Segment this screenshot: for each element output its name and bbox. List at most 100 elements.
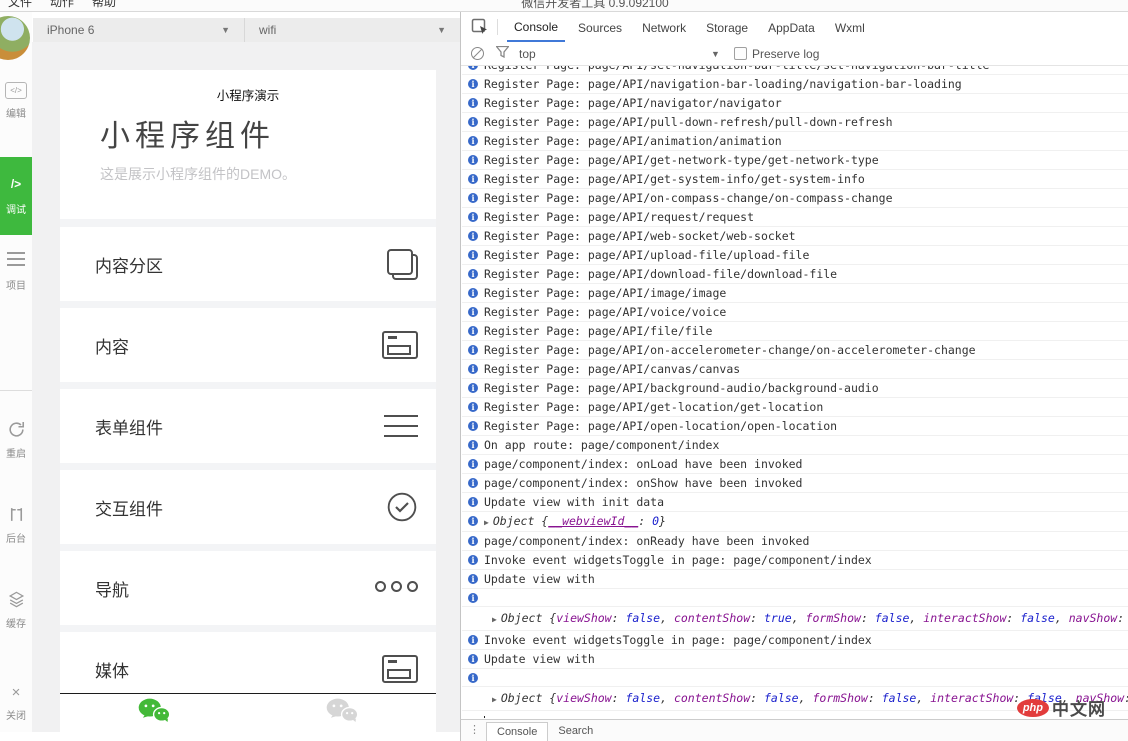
sidebar-item-backend[interactable]: 后台 xyxy=(0,505,32,545)
menu-item[interactable]: 动作 xyxy=(50,0,74,10)
component-card[interactable]: 内容 xyxy=(60,308,436,382)
log-text: Register Page: page/API/web-socket/web-s… xyxy=(484,229,796,243)
log-text: Register Page: page/API/pull-down-refres… xyxy=(484,115,893,129)
window-title: 微信开发者工具 0.9.092100 xyxy=(440,0,750,11)
tabbar-item[interactable] xyxy=(248,694,436,732)
filter-icon[interactable] xyxy=(496,46,509,61)
log-text: Register Page: page/API/get-network-type… xyxy=(484,153,879,167)
log-text: On app route: page/component/index xyxy=(484,438,719,452)
info-icon: i xyxy=(468,326,478,336)
clear-console-icon[interactable] xyxy=(471,47,484,60)
sidebar-item-project[interactable]: 项目 xyxy=(0,248,32,292)
log-text: Update view with init data xyxy=(484,495,664,509)
page-subtitle: 这是展示小程序组件的DEMO。 xyxy=(100,164,436,184)
expand-arrow-icon[interactable]: ▶ xyxy=(484,518,489,527)
component-card[interactable]: 交互组件 xyxy=(60,470,436,544)
check-circle-icon xyxy=(386,491,418,523)
tabbar-item-active[interactable] xyxy=(60,694,248,732)
menu-item[interactable]: 帮助 xyxy=(92,0,116,10)
devtools-tab-sources[interactable]: Sources xyxy=(571,14,629,41)
component-card[interactable]: 导航 xyxy=(60,551,436,625)
sidebar-item-close[interactable]: ×关闭 xyxy=(0,682,32,722)
simulator-area: 小程序演示 小程序组件 这是展示小程序组件的DEMO。 内容分区内容表单组件交互… xyxy=(32,42,460,732)
devtools-tab-appdata[interactable]: AppData xyxy=(761,14,822,41)
info-icon: i xyxy=(468,383,478,393)
component-card[interactable]: 内容分区 xyxy=(60,227,436,301)
log-text: Invoke event widgetsToggle in page: page… xyxy=(484,553,872,567)
expand-arrow-icon[interactable]: ▶ xyxy=(492,615,497,624)
devtools-tab-console[interactable]: Console xyxy=(507,13,565,42)
info-icon: i xyxy=(468,288,478,298)
console-log-row: iRegister Page: page/API/animation/anima… xyxy=(462,132,1128,151)
expand-arrow-icon[interactable]: ▶ xyxy=(492,695,497,704)
card-icon xyxy=(382,655,418,683)
devtools-drawer: ⋮ ConsoleSearch xyxy=(460,719,1128,741)
devtools-tab-wxml[interactable]: Wxml xyxy=(828,14,872,41)
component-list: 内容分区内容表单组件交互组件导航媒体 xyxy=(60,219,436,706)
console-log-row: iRegister Page: page/API/navigation-bar-… xyxy=(462,75,1128,94)
console-log-row: i Invoke event widgetsToggle in page: pag… xyxy=(462,551,1128,570)
info-icon: i xyxy=(468,155,478,165)
console-log-row: iUpdate view with init data xyxy=(462,493,1128,512)
watermark-text: 中文网 xyxy=(1052,695,1106,720)
left-toolbar: </> 编辑 />调试项目重启后台缓存 ×关闭 xyxy=(0,12,32,732)
window-menubar: 微信开发者工具 0.9.092100 文件 动作 帮助 xyxy=(0,0,1128,12)
console-log-row: iUpdate view with xyxy=(462,650,1128,669)
info-icon: i xyxy=(468,555,478,565)
log-text: Register Page: page/API/set-navigation-b… xyxy=(484,66,989,72)
component-card[interactable]: 表单组件 xyxy=(60,389,436,463)
component-card-label: 导航 xyxy=(95,576,129,601)
watermark: php 中文网 xyxy=(1017,695,1106,720)
sidebar-item-restart[interactable]: 重启 xyxy=(0,420,32,460)
info-icon: i xyxy=(468,673,478,683)
sidebar-item-label: 编辑 xyxy=(0,105,32,120)
console-log-row: iRegister Page: page/API/background-audi… xyxy=(462,379,1128,398)
info-icon: i xyxy=(468,574,478,584)
console-log-row: i Register Page: page/API/web-socket/web-… xyxy=(462,227,1128,246)
console-log-row: iRegister Page: page/API/on-acceleromete… xyxy=(462,341,1128,360)
devtools-tab-storage[interactable]: Storage xyxy=(699,14,755,41)
info-icon: i xyxy=(468,402,478,412)
close-icon: × xyxy=(0,682,32,704)
log-text: Register Page: page/API/download-file/do… xyxy=(484,267,837,281)
info-icon: i xyxy=(468,250,478,260)
log-text: Register Page: page/API/request/request xyxy=(484,210,754,224)
sidebar-item-label: 调试 xyxy=(0,201,32,216)
layers-icon xyxy=(0,590,32,612)
prompt-chevron-icon: > xyxy=(469,715,476,718)
code-box-icon: </> xyxy=(0,80,32,102)
execution-context[interactable]: top xyxy=(519,47,536,61)
menu-item[interactable]: 文件 xyxy=(8,0,32,10)
log-text: Register Page: page/API/open-location/op… xyxy=(484,419,837,433)
avatar[interactable] xyxy=(0,16,30,60)
log-text: Register Page: page/API/get-location/get… xyxy=(484,400,823,414)
preserve-log-checkbox[interactable] xyxy=(734,47,747,60)
kebab-menu-icon[interactable]: ⋮ xyxy=(469,723,480,736)
drawer-tab-search[interactable]: Search xyxy=(548,722,603,740)
device-select[interactable]: iPhone 6 ▼ xyxy=(33,18,245,42)
info-icon: i xyxy=(468,98,478,108)
console-log-row: ipage/component/index: onShow have been … xyxy=(462,474,1128,493)
info-icon: i xyxy=(468,193,478,203)
network-select[interactable]: wifi ▼ xyxy=(245,18,460,42)
stacked-squares-icon xyxy=(387,249,418,280)
sidebar-item-edit[interactable]: </> 编辑 xyxy=(0,80,32,120)
wechat-icon xyxy=(325,697,359,730)
console-log-row: iRegister Page: page/API/file/file xyxy=(462,322,1128,341)
info-icon: i xyxy=(468,421,478,431)
chevron-down-icon[interactable]: ▼ xyxy=(711,49,720,59)
info-icon: i xyxy=(468,307,478,317)
inspect-element-icon[interactable] xyxy=(471,18,489,36)
sidebar-item-cache[interactable]: 缓存 xyxy=(0,590,32,630)
page-title: 小程序组件 xyxy=(100,111,436,155)
divider xyxy=(0,390,32,391)
console-log-row: iRegister Page: page/API/upload-file/upl… xyxy=(462,246,1128,265)
log-text: Register Page: page/API/canvas/canvas xyxy=(484,362,740,376)
console-log-row: iRegister Page: page/API/navigator/navig… xyxy=(462,94,1128,113)
log-text: page/component/index: onShow have been i… xyxy=(484,476,803,490)
miniprogram-tabbar xyxy=(60,693,436,732)
sidebar-item-debug[interactable]: />调试 xyxy=(0,157,32,235)
info-icon: i xyxy=(468,231,478,241)
devtools-tab-network[interactable]: Network xyxy=(635,14,693,41)
info-icon: i xyxy=(468,440,478,450)
